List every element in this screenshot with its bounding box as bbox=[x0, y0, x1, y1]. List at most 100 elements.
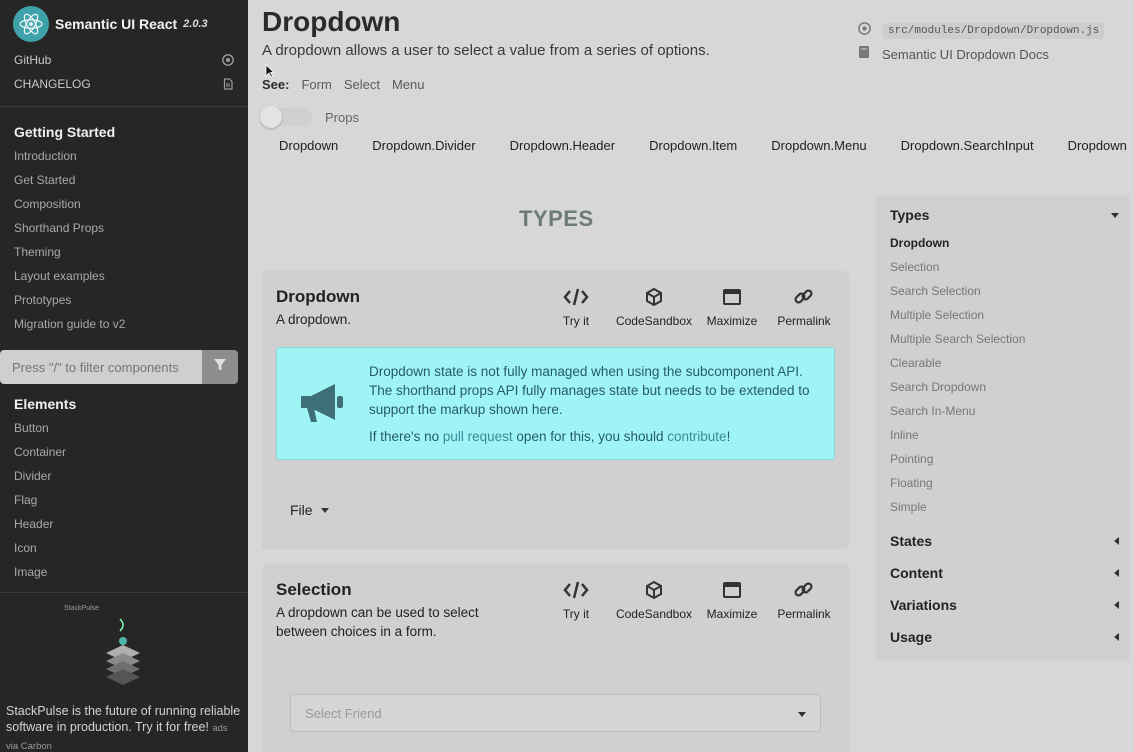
code-icon bbox=[563, 580, 589, 607]
toc-section-states[interactable]: States bbox=[876, 525, 1130, 557]
toc-section-usage[interactable]: Usage bbox=[876, 621, 1130, 653]
bullhorn-icon bbox=[297, 380, 347, 431]
toc-section-variations[interactable]: Variations bbox=[876, 589, 1130, 621]
sidebar-item-container[interactable]: Container bbox=[0, 440, 248, 464]
permalink-button[interactable]: Permalink bbox=[761, 287, 847, 328]
toc-item-search-dropdown[interactable]: Search Dropdown bbox=[876, 375, 1130, 399]
filter-input[interactable] bbox=[0, 350, 202, 384]
sidebar-link-github[interactable]: GitHub bbox=[0, 48, 248, 72]
ad-brand: StackPulse bbox=[64, 605, 100, 612]
toc-item-simple[interactable]: Simple bbox=[876, 495, 1130, 519]
ad-text-body: StackPulse is the future of running reli… bbox=[6, 704, 241, 734]
caret-down-icon bbox=[1111, 213, 1119, 218]
tab-dropdown[interactable]: Dropdown bbox=[262, 138, 355, 153]
notice-text-pre: If there's no bbox=[369, 429, 443, 444]
tab-dropdown-header[interactable]: Dropdown.Header bbox=[493, 138, 633, 153]
carbon-ad[interactable]: StackPulse StackPulse is the future of r… bbox=[0, 592, 248, 752]
toc-item-multiple-search-selection[interactable]: Multiple Search Selection bbox=[876, 327, 1130, 351]
file-icon bbox=[222, 78, 234, 90]
sidebar-item-shorthand-props[interactable]: Shorthand Props bbox=[0, 216, 248, 240]
sidebar-item-composition[interactable]: Composition bbox=[0, 192, 248, 216]
docs-link[interactable]: Semantic UI Dropdown Docs bbox=[858, 45, 1049, 64]
see-link-select[interactable]: Select bbox=[344, 77, 380, 92]
example-title: Selection bbox=[276, 580, 352, 599]
see-link-form[interactable]: Form bbox=[301, 77, 331, 92]
example-title: Dropdown bbox=[276, 287, 361, 306]
example-actions: Try it CodeSandbox Maximize Permalink bbox=[547, 580, 847, 621]
docs-label: Semantic UI Dropdown Docs bbox=[882, 47, 1049, 62]
see-also: See: Form Select Menu bbox=[262, 77, 424, 92]
toc-item-search-in-menu[interactable]: Search In-Menu bbox=[876, 399, 1130, 423]
select-placeholder: Select Friend bbox=[305, 706, 382, 721]
toc-item-inline[interactable]: Inline bbox=[876, 423, 1130, 447]
maximize-button[interactable]: Maximize bbox=[703, 580, 761, 621]
permalink-button[interactable]: Permalink bbox=[761, 580, 847, 621]
maximize-button[interactable]: Maximize bbox=[703, 287, 761, 328]
tab-dropdown-item[interactable]: Dropdown.Item bbox=[632, 138, 754, 153]
example-description: A dropdown. bbox=[276, 312, 352, 327]
sidebar-item-button[interactable]: Button bbox=[0, 416, 248, 440]
try-it-button[interactable]: Try it bbox=[547, 580, 605, 621]
sidebar-item-flag[interactable]: Flag bbox=[0, 488, 248, 512]
filter-icon bbox=[213, 358, 227, 377]
see-link-menu[interactable]: Menu bbox=[392, 77, 425, 92]
link-icon bbox=[793, 287, 815, 314]
sidebar-link-changelog[interactable]: CHANGELOG bbox=[0, 72, 248, 96]
try-it-button[interactable]: Try it bbox=[547, 287, 605, 328]
tab-dropdown-divider[interactable]: Dropdown.Divider bbox=[355, 138, 492, 153]
toc-item-search-selection[interactable]: Search Selection bbox=[876, 279, 1130, 303]
tab-dropdown-searchinput[interactable]: Dropdown.SearchInput bbox=[884, 138, 1051, 153]
sidebar-heading-getting-started: Getting Started bbox=[14, 124, 116, 140]
toc-item-clearable[interactable]: Clearable bbox=[876, 351, 1130, 375]
sidebar-heading-elements: Elements bbox=[14, 396, 77, 412]
select-friend-dropdown[interactable]: Select Friend bbox=[290, 694, 821, 732]
caret-left-icon bbox=[1114, 601, 1119, 609]
toc-item-pointing[interactable]: Pointing bbox=[876, 447, 1130, 471]
sidebar-link-label: CHANGELOG bbox=[14, 77, 91, 91]
sidebar-item-prototypes[interactable]: Prototypes bbox=[0, 288, 248, 312]
sidebar-item-layout-examples[interactable]: Layout examples bbox=[0, 264, 248, 288]
contribute-link[interactable]: contribute bbox=[667, 429, 726, 444]
brand-name: Semantic UI React bbox=[55, 16, 178, 32]
example-description: A dropdown can be used to select between… bbox=[276, 605, 479, 639]
component-filter bbox=[0, 350, 238, 384]
cube-icon bbox=[644, 287, 664, 314]
props-toggle[interactable] bbox=[260, 106, 312, 128]
toc-item-dropdown[interactable]: Dropdown bbox=[876, 231, 1130, 255]
table-of-contents: Types Dropdown Selection Search Selectio… bbox=[876, 196, 1130, 660]
sidebar-item-introduction[interactable]: Introduction bbox=[0, 144, 248, 168]
caret-down-icon bbox=[320, 507, 329, 513]
codesandbox-button[interactable]: CodeSandbox bbox=[605, 287, 703, 328]
sidebar-item-get-started[interactable]: Get Started bbox=[0, 168, 248, 192]
file-dropdown[interactable]: File bbox=[290, 502, 329, 518]
source-path: src/modules/Dropdown/Dropdown.js bbox=[883, 23, 1105, 39]
toc-item-selection[interactable]: Selection bbox=[876, 255, 1130, 279]
sidebar-item-migration[interactable]: Migration guide to v2 bbox=[0, 312, 248, 336]
ad-image bbox=[100, 617, 146, 687]
brand[interactable]: Semantic UI React 2.0.3 bbox=[0, 0, 248, 48]
pull-request-link[interactable]: pull request bbox=[443, 429, 513, 444]
subcomponent-tabs: Dropdown Dropdown.Divider Dropdown.Heade… bbox=[262, 138, 1134, 153]
permalink-label: Permalink bbox=[777, 607, 831, 621]
sidebar-item-divider[interactable]: Divider bbox=[0, 464, 248, 488]
tab-dropdown-menu[interactable]: Dropdown.Menu bbox=[754, 138, 883, 153]
info-message-text: Dropdown state is not fully managed when… bbox=[369, 364, 810, 417]
toc-section-label: States bbox=[890, 533, 933, 549]
tab-dropdown-more[interactable]: Dropdown bbox=[1051, 138, 1134, 153]
sidebar-item-image[interactable]: Image bbox=[0, 560, 248, 584]
example-card-dropdown: Dropdown A dropdown. Try it CodeSandbox … bbox=[262, 271, 849, 549]
toc-section-content[interactable]: Content bbox=[876, 557, 1130, 589]
book-icon bbox=[858, 45, 870, 64]
toc-section-types[interactable]: Types bbox=[876, 199, 1130, 231]
filter-button[interactable] bbox=[202, 350, 238, 384]
sidebar-item-header[interactable]: Header bbox=[0, 512, 248, 536]
source-link[interactable]: src/modules/Dropdown/Dropdown.js bbox=[858, 22, 1105, 40]
toc-item-floating[interactable]: Floating bbox=[876, 471, 1130, 495]
page-subtitle: A dropdown allows a user to select a val… bbox=[262, 42, 710, 59]
sidebar-item-icon[interactable]: Icon bbox=[0, 536, 248, 560]
sidebar: Semantic UI React 2.0.3 GitHub CHANGELOG… bbox=[0, 0, 248, 752]
toc-item-multiple-selection[interactable]: Multiple Selection bbox=[876, 303, 1130, 327]
codesandbox-button[interactable]: CodeSandbox bbox=[605, 580, 703, 621]
sidebar-item-theming[interactable]: Theming bbox=[0, 240, 248, 264]
codesandbox-label: CodeSandbox bbox=[615, 607, 693, 621]
